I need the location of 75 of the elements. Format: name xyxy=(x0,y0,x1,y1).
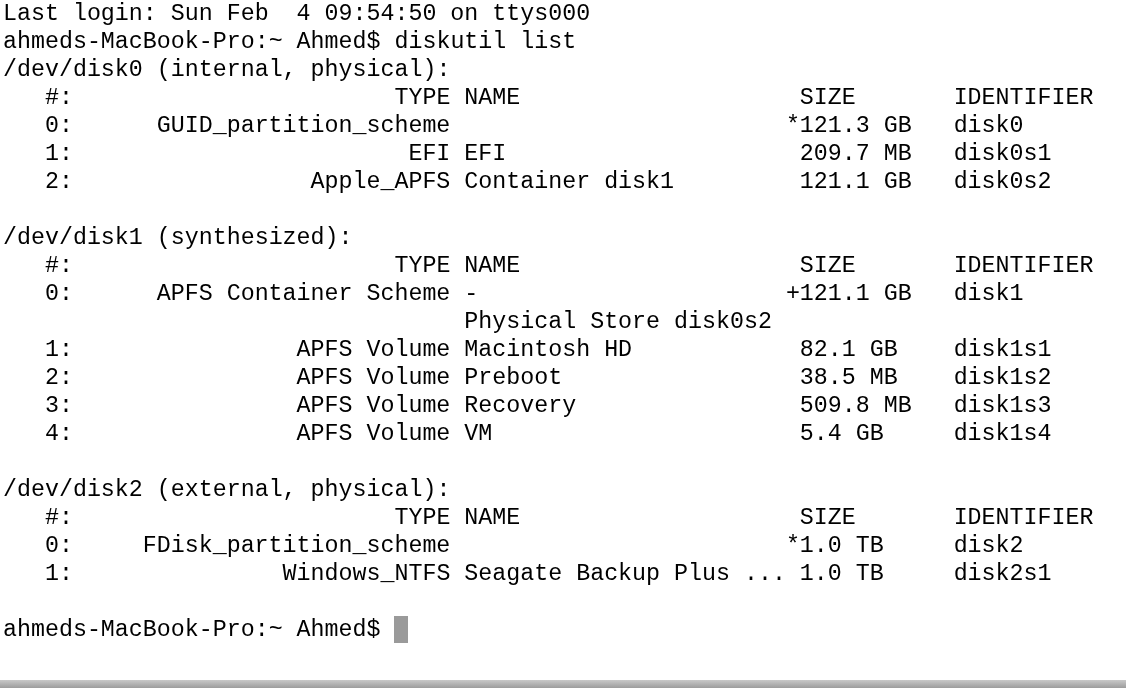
column-header: TYPE xyxy=(394,84,451,112)
column-header: SIZE xyxy=(799,84,856,112)
table-cell: disk2s1 xyxy=(953,560,1052,588)
table-cell: 1.0 TB xyxy=(799,560,884,588)
table-cell: 3: xyxy=(44,392,73,420)
table-cell: 2: xyxy=(44,364,73,392)
table-cell: Container disk1 xyxy=(464,168,675,196)
table-cell: disk1s2 xyxy=(953,364,1052,392)
table-cell: 1.0 TB xyxy=(799,532,884,560)
table-cell: APFS Volume xyxy=(296,364,451,392)
table-cell: disk1s4 xyxy=(953,420,1052,448)
table-cell: + xyxy=(785,280,800,308)
table-cell: Seagate Backup Plus ... xyxy=(464,560,786,588)
text-cursor xyxy=(394,616,409,644)
table-cell: VM xyxy=(464,420,493,448)
table-cell: disk1s1 xyxy=(953,336,1052,364)
table-cell: disk1s3 xyxy=(953,392,1052,420)
column-header: TYPE xyxy=(394,504,451,532)
shell-prompt: ahmeds-MacBook-Pro:~ Ahmed$ xyxy=(3,617,381,643)
table-cell: APFS Container Scheme xyxy=(156,280,451,308)
table-cell: APFS Volume xyxy=(296,420,451,448)
table-cell: 121.1 GB xyxy=(799,168,912,196)
table-cell: * xyxy=(785,532,800,560)
shell-prompt: ahmeds-MacBook-Pro:~ Ahmed$ xyxy=(3,29,381,55)
table-cell: APFS Volume xyxy=(296,336,451,364)
table-cell: 0: xyxy=(44,280,73,308)
column-header: NAME xyxy=(464,84,521,112)
table-cell: Recovery xyxy=(464,392,577,420)
table-cell: 4: xyxy=(44,420,73,448)
column-header: NAME xyxy=(464,252,521,280)
table-cell: EFI xyxy=(464,140,507,168)
column-header: #: xyxy=(44,84,73,112)
table-cell: 209.7 MB xyxy=(799,140,912,168)
table-cell: GUID_partition_scheme xyxy=(156,112,451,140)
table-cell: 1: xyxy=(44,140,73,168)
table-cell: disk1 xyxy=(953,280,1024,308)
table-cell: Physical Store disk0s2 xyxy=(464,308,772,336)
table-cell: EFI xyxy=(408,140,451,168)
disk-header: /dev/disk2 (external, physical): xyxy=(3,477,451,503)
table-cell: 38.5 MB xyxy=(799,364,898,392)
table-cell: Windows_NTFS xyxy=(282,560,451,588)
table-cell: Macintosh HD xyxy=(464,336,633,364)
column-header: #: xyxy=(44,252,73,280)
column-header: TYPE xyxy=(394,252,451,280)
table-cell: disk0s1 xyxy=(953,140,1052,168)
table-cell: 82.1 GB xyxy=(799,336,898,364)
table-cell: 1: xyxy=(44,560,73,588)
login-message: Last login: Sun Feb 4 09:54:50 on ttys000 xyxy=(3,1,591,27)
column-header: IDENTIFIER xyxy=(953,504,1094,532)
table-cell: 121.1 GB xyxy=(799,280,912,308)
table-cell: 1: xyxy=(44,336,73,364)
command-text: diskutil list xyxy=(394,29,577,55)
table-cell: 0: xyxy=(44,112,73,140)
table-cell: disk0s2 xyxy=(953,168,1052,196)
table-cell: * xyxy=(785,112,800,140)
column-header: IDENTIFIER xyxy=(953,252,1094,280)
disk-header: /dev/disk0 (internal, physical): xyxy=(3,57,451,83)
table-cell: FDisk_partition_scheme xyxy=(142,532,451,560)
table-cell: Preboot xyxy=(464,364,563,392)
table-cell: - xyxy=(464,280,479,308)
column-header: #: xyxy=(44,504,73,532)
table-cell: 121.3 GB xyxy=(799,112,912,140)
column-header: SIZE xyxy=(799,504,856,532)
table-cell: Apple_APFS xyxy=(310,168,451,196)
table-cell: 2: xyxy=(44,168,73,196)
column-header: SIZE xyxy=(799,252,856,280)
column-header: IDENTIFIER xyxy=(953,84,1094,112)
table-cell: 5.4 GB xyxy=(799,420,884,448)
column-header: NAME xyxy=(464,504,521,532)
disk-header: /dev/disk1 (synthesized): xyxy=(3,225,353,251)
table-cell: 509.8 MB xyxy=(799,392,912,420)
table-cell: disk0 xyxy=(953,112,1024,140)
table-cell: 0: xyxy=(44,532,73,560)
table-cell: APFS Volume xyxy=(296,392,451,420)
table-cell: disk2 xyxy=(953,532,1024,560)
